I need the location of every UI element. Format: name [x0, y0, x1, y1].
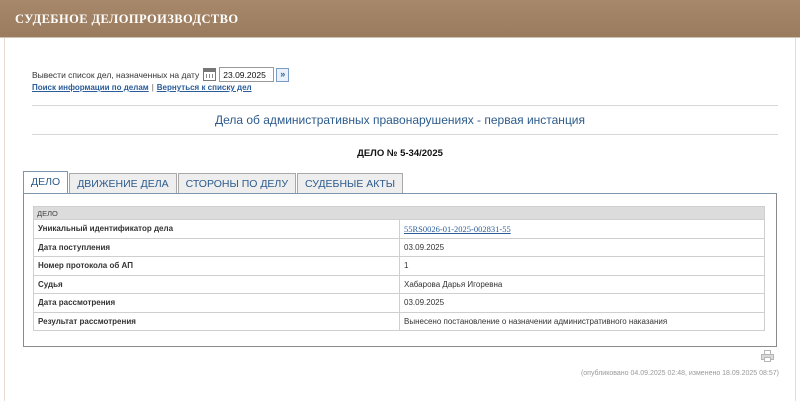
row-label: Судья [33, 274, 400, 294]
case-uid-link[interactable]: 55RS0026-01-2025-002831-55 [404, 224, 511, 234]
table-section-header: ДЕЛО [33, 206, 765, 220]
date-filter-label: Вывести список дел, назначенных на дату [32, 69, 200, 80]
table-row: Дата рассмотрения 03.09.2025 [33, 293, 765, 313]
row-label: Уникальный идентификатор дела [33, 219, 400, 239]
table-row: Номер протокола об АП 1 [33, 256, 765, 276]
row-label: Результат рассмотрения [33, 311, 400, 331]
row-value: Хабарова Дарья Игоревна [399, 274, 765, 294]
divider-top [32, 105, 778, 106]
tab-bar: ДЕЛО ДВИЖЕНИЕ ДЕЛА СТОРОНЫ ПО ДЕЛУ СУДЕБ… [23, 170, 404, 195]
case-category: Дела об административных правонарушениях… [214, 113, 586, 127]
app-header: СУДЕБНОЕ ДЕЛОПРОИЗВОДСТВО [0, 0, 800, 38]
case-number: ДЕЛО № 5-34/2025 [357, 148, 443, 159]
tab-case-movement[interactable]: ДВИЖЕНИЕ ДЕЛА [69, 173, 177, 194]
printer-icon[interactable] [761, 350, 774, 362]
tab-court-acts[interactable]: СУДЕБНЫЕ АКТЫ [297, 173, 404, 194]
row-value: 1 [399, 256, 765, 276]
row-label: Дата поступления [33, 237, 400, 257]
search-cases-link[interactable]: Поиск информации по делам [32, 83, 149, 92]
table-row: Результат рассмотрения Вынесено постанов… [33, 311, 765, 331]
publication-info: (опубликовано 04.09.2025 02:48, изменено… [580, 370, 779, 377]
date-input[interactable] [219, 67, 275, 82]
table-row: Судья Хабарова Дарья Игоревна [33, 274, 765, 294]
app-title: СУДЕБНОЕ ДЕЛОПРОИЗВОДСТВО [15, 12, 239, 26]
link-separator: | [151, 83, 154, 92]
row-label: Дата рассмотрения [33, 293, 400, 313]
table-row: Дата поступления 03.09.2025 [33, 237, 765, 257]
row-label: Номер протокола об АП [33, 256, 400, 276]
section-title: ДЕЛО [33, 206, 765, 220]
tab-case[interactable]: ДЕЛО [23, 171, 69, 195]
row-value: 55RS0026-01-2025-002831-55 [399, 219, 765, 239]
date-filter: Вывести список дел, назначенных на дату … [32, 67, 290, 82]
calendar-icon[interactable] [203, 68, 217, 81]
nav-links: Поиск информации по делам | Вернуться к сп… [32, 83, 252, 92]
row-value: 03.09.2025 [399, 293, 765, 313]
table-row: Уникальный идентификатор дела 55RS0026-0… [33, 219, 765, 239]
row-value: 03.09.2025 [399, 237, 765, 257]
go-button[interactable]: » [276, 67, 290, 82]
back-to-list-link[interactable]: Вернуться к списку дел [157, 83, 252, 92]
row-value: Вынесено постановление о назначении адми… [399, 311, 765, 331]
tab-parties[interactable]: СТОРОНЫ ПО ДЕЛУ [177, 173, 296, 194]
divider-bottom [32, 134, 778, 135]
case-info-table: ДЕЛО Уникальный идентификатор дела 55RS0… [33, 206, 765, 331]
